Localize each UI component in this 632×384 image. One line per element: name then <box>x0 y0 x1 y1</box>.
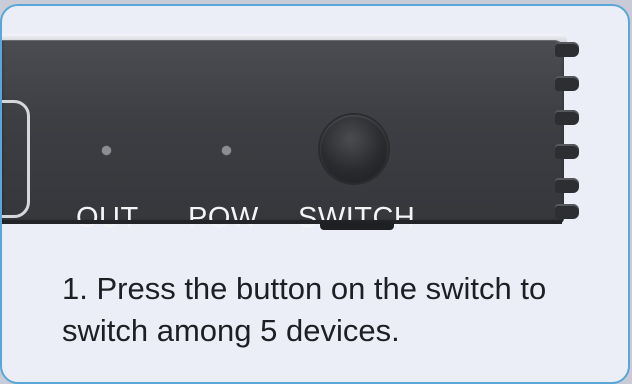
heat-sink-fin <box>555 178 579 193</box>
port-outline <box>2 100 30 218</box>
pow-label: POW <box>188 202 259 234</box>
heat-sink-fin <box>555 110 579 125</box>
caption-line-1: 1. Press the button on the switch to <box>62 271 547 306</box>
heat-sink-fin <box>555 144 579 159</box>
switch-button[interactable] <box>320 115 388 183</box>
heat-sink-fin <box>555 204 579 219</box>
out-led-indicator <box>102 146 111 155</box>
heat-sink-fin <box>555 42 579 57</box>
heat-sink-fin <box>555 76 579 91</box>
caption-line-2: switch among 5 devices. <box>62 313 400 348</box>
instruction-card: OUT POW SWITCH 1. Press the button on th… <box>0 4 630 384</box>
device-bottom-edge <box>2 220 562 224</box>
device-foot <box>320 222 394 230</box>
hdmi-switch-device: OUT POW SWITCH <box>2 40 564 234</box>
instruction-caption: 1. Press the button on the switch to swi… <box>62 268 622 352</box>
switch-label: SWITCH <box>298 202 416 234</box>
out-label: OUT <box>76 202 139 234</box>
pow-led-indicator <box>222 146 231 155</box>
